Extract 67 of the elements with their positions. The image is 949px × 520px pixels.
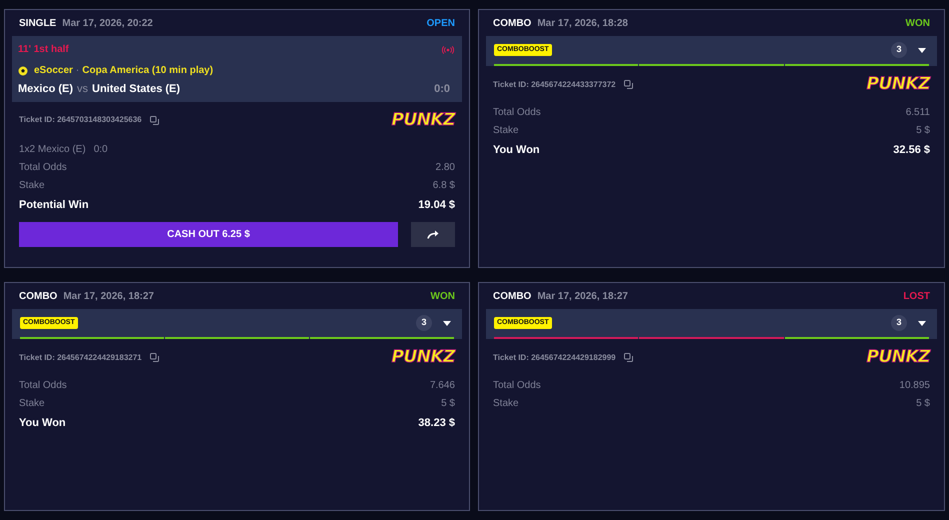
leg-count: 3 [891,315,907,331]
copy-icon[interactable] [150,116,159,124]
result-value: 38.23 $ [418,416,455,431]
detail-value: 6.8 $ [432,179,455,193]
versus-label: vs [77,82,88,97]
share-arrow-icon [427,230,439,238]
leg-count: 3 [891,42,907,58]
brand-logo: PUNKZ [866,76,930,93]
ticket-id: Ticket ID: 2645674224429183271 [19,352,142,364]
ticket-id: Ticket ID: 2645674224433377372 [493,78,616,90]
caret-icon[interactable] [918,320,926,326]
result-value: 32.56 $ [893,142,930,158]
detail-label: Total Odds [493,378,541,392]
live-icon [442,46,454,54]
result-value: 19.04 $ [418,198,455,214]
league-name: Copa America (10 min play) [82,64,214,78]
detail-label: Total Odds [493,106,541,120]
result-label: You Won [19,416,66,431]
ticket-date: Mar 17, 2026, 18:27 [63,290,154,304]
detail-value: 6.511 [906,106,930,120]
soccer-ball-icon [18,66,28,76]
ticket-date: Mar 17, 2026, 18:27 [537,290,628,304]
detail-label: Total Odds [19,378,67,392]
cash-out-button[interactable]: CASH OUT 6.25 $ [19,222,398,246]
ticket-id: Ticket ID: 2645674224429182999 [493,352,616,364]
detail-value: 2.80 [436,161,455,175]
result-label: You Won [493,142,540,158]
match-score: 0:0 [434,82,450,97]
caret-icon[interactable] [918,48,926,52]
live-time: 11' 1st half [18,43,69,57]
ticket-type: COMBO [493,16,532,30]
detail-label: Stake [19,396,45,410]
brand-logo: PUNKZ [866,349,930,366]
detail-label: Stake [19,179,45,193]
status-label: WON [430,290,455,304]
share-button[interactable] [411,222,455,246]
status-label: WON [906,16,930,30]
away-team: United States (E) [92,82,180,97]
sport-name: eSoccer [34,64,73,78]
detail-label: Stake [493,396,519,410]
copy-icon[interactable] [624,80,633,89]
selection-market: 1x2 Mexico (E) [19,143,86,157]
detail-value: 5 $ [916,124,930,138]
detail-label: Stake [493,124,519,138]
home-team: Mexico (E) [18,82,74,97]
detail-value: 7.646 [430,378,455,392]
ticket-date: Mar 17, 2026, 20:22 [62,16,153,30]
ticket-type: SINGLE [19,16,56,30]
ticket-date: Mar 17, 2026, 18:28 [537,16,628,30]
detail-value: 10.895 [899,378,930,392]
brand-logo: PUNKZ [392,349,455,366]
copy-icon[interactable] [624,353,633,362]
selection-score: 0:0 [94,143,108,157]
status-label: LOST [903,290,930,304]
copy-icon[interactable] [150,353,159,362]
separator: · [76,64,80,78]
leg-count: 3 [416,315,432,331]
brand-logo: PUNKZ [392,112,455,128]
ticket-id: Ticket ID: 2645703148303425636 [19,114,142,126]
ticket-type: COMBO [19,290,58,304]
caret-icon[interactable] [443,320,451,326]
ticket-type: COMBO [493,290,532,304]
status-label: OPEN [426,16,455,30]
result-label: Potential Win [19,198,89,214]
detail-label: Total Odds [19,161,67,175]
detail-value: 5 $ [916,396,930,410]
detail-value: 5 $ [441,396,455,410]
